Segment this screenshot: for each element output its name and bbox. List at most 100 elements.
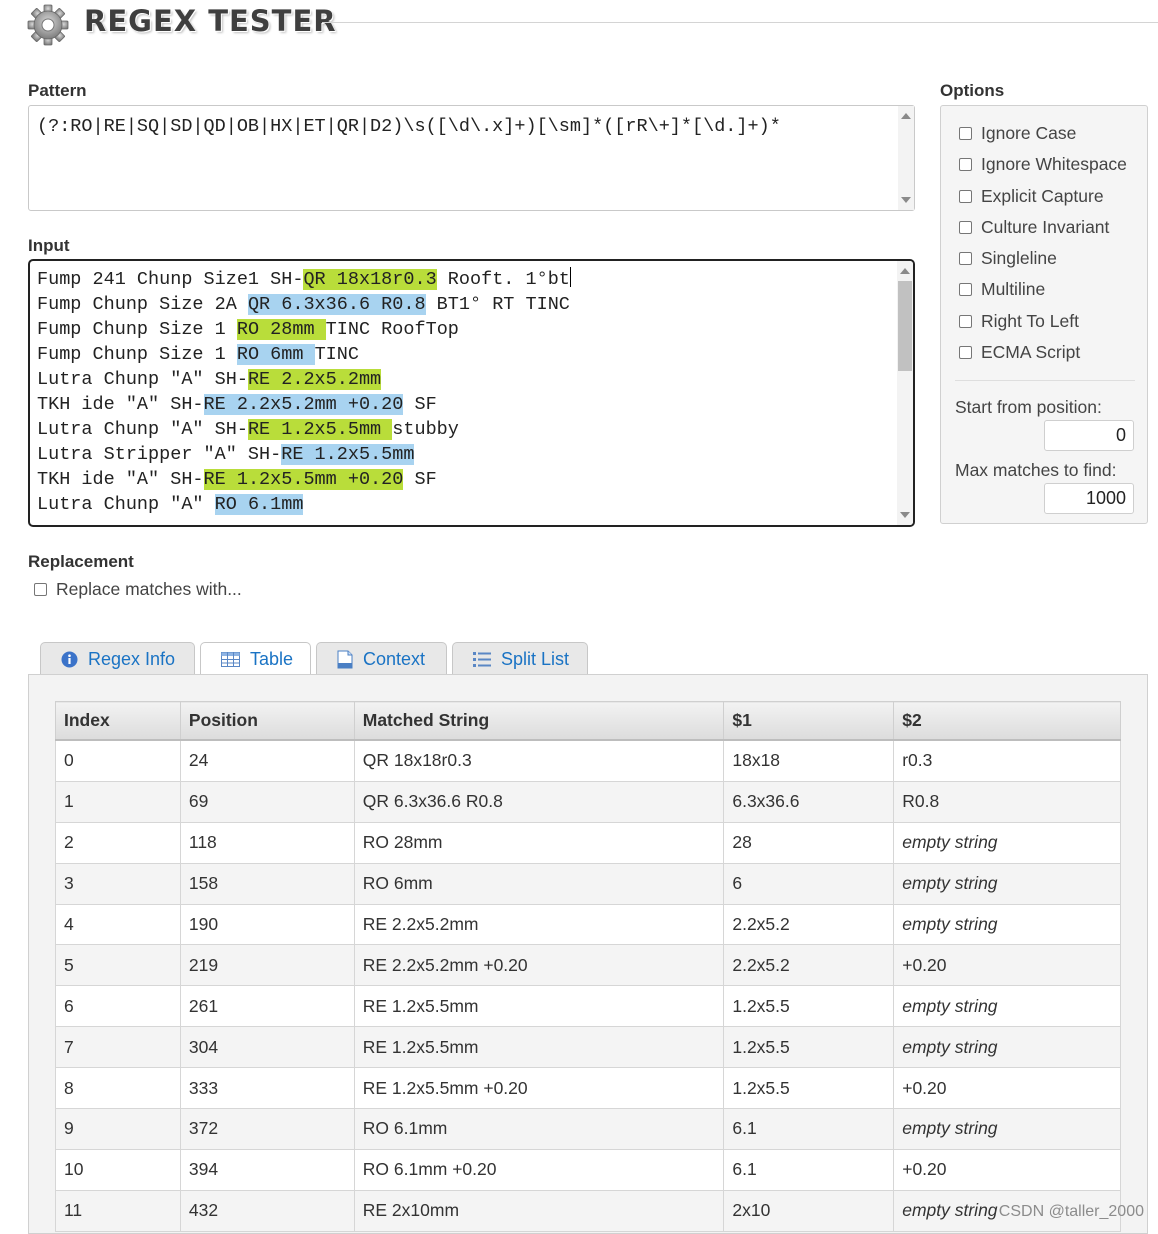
pattern-text[interactable]: (?:RO|RE|SQ|SD|QD|OB|HX|ET|QR|D2)\s([\d\… <box>37 116 781 137</box>
checkbox[interactable] <box>959 346 972 359</box>
input-text-segment: Lutra Stripper "A" SH- <box>37 444 282 465</box>
checkbox[interactable] <box>959 158 972 171</box>
table-cell: 11 <box>55 1189 181 1232</box>
table-row[interactable]: 10 394 RO 6.1mm +0.20 6.1 +0.20 <box>55 1148 1121 1191</box>
option-ignore-case[interactable]: Ignore Case <box>959 123 1076 144</box>
table-cell: 1.2x5.5 <box>723 985 895 1028</box>
options-divider <box>955 380 1135 381</box>
table-cell: 2x10 <box>723 1189 895 1232</box>
column-header[interactable]: Position <box>179 701 355 741</box>
table-row[interactable]: 3 158 RO 6mm 6 empty string <box>55 862 1121 905</box>
input-line[interactable]: Lutra Chunp "A" SH-RE 1.2x5.5mm stubby <box>37 417 571 442</box>
input-text-segment: TKH ide "A" SH- <box>37 394 204 415</box>
table-cell: 190 <box>179 903 355 946</box>
table-cell: +0.20 <box>893 1148 1121 1191</box>
input-textarea[interactable]: Fump 241 Chunp Size1 SH-QR 18x18r0.3 Roo… <box>28 259 915 527</box>
checkbox[interactable] <box>959 127 972 140</box>
page-title: REGEX TESTER <box>84 4 337 38</box>
table-row[interactable]: 7 304 RE 1.2x5.5mm 1.2x5.5 empty string <box>55 1026 1121 1069</box>
table-cell: empty string <box>893 1108 1121 1150</box>
table-cell: +0.20 <box>893 1067 1121 1110</box>
option-singleline[interactable]: Singleline <box>959 248 1057 269</box>
start-position-input[interactable]: 0 <box>1044 420 1134 451</box>
table-row[interactable]: 2 118 RO 28mm 28 empty string <box>55 821 1121 864</box>
table-cell: 28 <box>723 821 895 864</box>
option-right-to-left[interactable]: Right To Left <box>959 311 1079 332</box>
match-highlight: QR 18x18r0.3 <box>303 269 437 290</box>
checkbox[interactable] <box>959 190 972 203</box>
tab-regex-info[interactable]: Regex Info <box>40 642 195 675</box>
table-cell: QR 18x18r0.3 <box>353 739 725 782</box>
input-text-segment: TKH ide "A" SH- <box>37 469 204 490</box>
input-text-segment: BT1° RT TINC <box>425 294 570 315</box>
option-culture-invariant[interactable]: Culture Invariant <box>959 217 1109 238</box>
max-matches-input[interactable]: 1000 <box>1044 483 1134 514</box>
column-header[interactable]: Index <box>55 701 181 741</box>
table-icon <box>221 652 240 667</box>
column-header[interactable]: $2 <box>893 701 1121 741</box>
table-cell: RE 1.2x5.5mm <box>353 985 725 1028</box>
table-row[interactable]: 6 261 RE 1.2x5.5mm 1.2x5.5 empty string <box>55 985 1121 1028</box>
table-row[interactable]: 8 333 RE 1.2x5.5mm +0.20 1.2x5.5 +0.20 <box>55 1067 1121 1110</box>
table-cell: 6 <box>723 862 895 905</box>
option-ignore-whitespace[interactable]: Ignore Whitespace <box>959 154 1127 175</box>
scroll-up-icon[interactable] <box>900 268 910 274</box>
checkbox[interactable] <box>34 583 47 596</box>
table-row[interactable]: 0 24 QR 18x18r0.3 18x18 r0.3 <box>55 739 1121 782</box>
input-line[interactable]: Lutra Chunp "A" RO 6.1mm <box>37 492 571 517</box>
checkbox[interactable] <box>959 252 972 265</box>
table-cell: RE 2.2x5.2mm +0.20 <box>353 944 725 987</box>
table-cell: 333 <box>179 1067 355 1110</box>
tab-table[interactable]: Table <box>200 642 311 676</box>
document-icon <box>337 650 353 668</box>
table-cell: 4 <box>55 903 181 946</box>
option-explicit-capture[interactable]: Explicit Capture <box>959 186 1104 207</box>
input-text-segment: Fump Chunp Size 2A <box>37 294 248 315</box>
scroll-down-icon[interactable] <box>901 197 911 203</box>
checkbox[interactable] <box>959 283 972 296</box>
input-line[interactable]: Fump Chunp Size 2A QR 6.3x36.6 R0.8 BT1°… <box>37 292 571 317</box>
scroll-down-icon[interactable] <box>900 512 910 518</box>
input-line[interactable]: TKH ide "A" SH-RE 2.2x5.2mm +0.20 SF <box>37 392 571 417</box>
tab-context[interactable]: Context <box>316 642 447 675</box>
table-cell: empty string <box>893 821 1121 864</box>
replace-matches-option[interactable]: Replace matches with... <box>34 579 242 600</box>
table-row[interactable]: 9 372 RO 6.1mm 6.1 empty string <box>55 1108 1121 1150</box>
input-scrollbar[interactable] <box>897 261 913 525</box>
input-line[interactable]: Lutra Chunp "A" SH-RE 2.2x5.2mm <box>37 367 571 392</box>
input-text[interactable]: Fump 241 Chunp Size1 SH-QR 18x18r0.3 Roo… <box>37 267 571 517</box>
watermark: CSDN @taller_2000 <box>998 1203 1144 1220</box>
input-line[interactable]: TKH ide "A" SH-RE 1.2x5.5mm +0.20 SF <box>37 467 571 492</box>
input-line[interactable]: Lutra Stripper "A" SH-RE 1.2x5.5mm <box>37 442 571 467</box>
match-highlight: RE 1.2x5.5mm <box>281 444 415 465</box>
table-cell: 219 <box>179 944 355 987</box>
table-cell: empty string <box>893 985 1121 1028</box>
checkbox[interactable] <box>959 315 972 328</box>
column-header[interactable]: Matched String <box>353 701 725 741</box>
match-highlight: RE 2.2x5.2mm <box>247 369 382 390</box>
column-header[interactable]: $1 <box>723 701 895 741</box>
input-text-segment: Lutra Chunp "A" <box>37 494 215 515</box>
input-line[interactable]: Fump 241 Chunp Size1 SH-QR 18x18r0.3 Roo… <box>37 267 571 292</box>
table-cell: 8 <box>55 1067 181 1110</box>
scroll-up-icon[interactable] <box>901 113 911 119</box>
tab-split-list[interactable]: Split List <box>452 642 588 675</box>
table-cell: empty string <box>893 862 1121 905</box>
max-matches-label: Max matches to find: <box>955 460 1117 480</box>
table-row[interactable]: 1 69 QR 6.3x36.6 R0.8 6.3x36.6 R0.8 <box>55 780 1121 823</box>
table-row[interactable]: 11 432 RE 2x10mm 2x10 empty string <box>55 1189 1121 1232</box>
table-row[interactable]: 5 219 RE 2.2x5.2mm +0.20 2.2x5.2 +0.20 <box>55 944 1121 987</box>
table-cell: 7 <box>55 1026 181 1069</box>
pattern-textarea[interactable]: (?:RO|RE|SQ|SD|QD|OB|HX|ET|QR|D2)\s([\d\… <box>28 105 915 211</box>
checkbox[interactable] <box>959 221 972 234</box>
input-line[interactable]: Fump Chunp Size 1 RO 28mm TINC RoofTop <box>37 317 571 342</box>
scroll-thumb[interactable] <box>898 281 912 371</box>
table-row[interactable]: 4 190 RE 2.2x5.2mm 2.2x5.2 empty string <box>55 903 1121 946</box>
pattern-scrollbar[interactable] <box>898 106 914 210</box>
option-ecma-script[interactable]: ECMA Script <box>959 342 1080 363</box>
input-text-segment: Lutra Chunp "A" SH- <box>37 419 248 440</box>
match-highlight: RO 6.1mm <box>214 494 304 515</box>
input-line[interactable]: Fump Chunp Size 1 RO 6mm TINC <box>37 342 571 367</box>
table-cell: 1 <box>55 780 181 823</box>
option-multiline[interactable]: Multiline <box>959 279 1045 300</box>
